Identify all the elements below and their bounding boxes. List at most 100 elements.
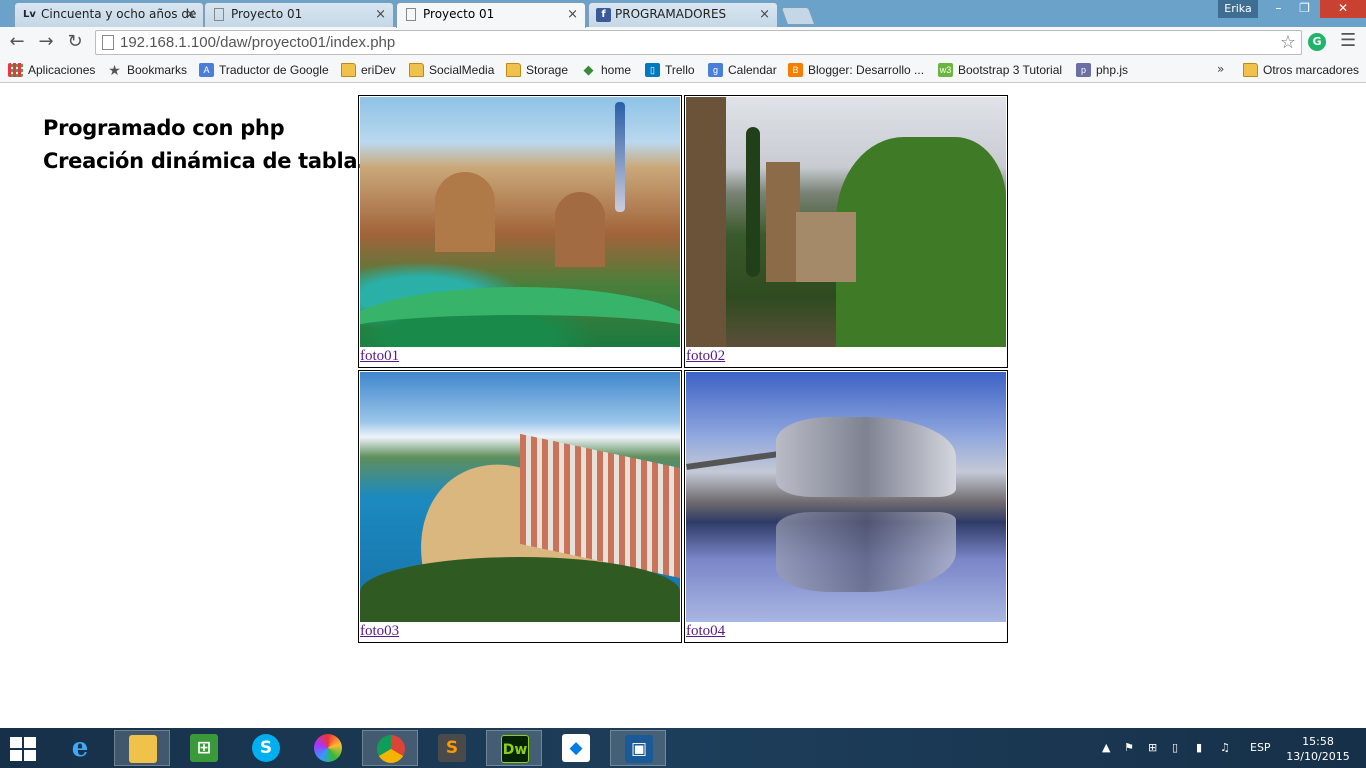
tray-flag-icon[interactable]: ⚑ bbox=[1124, 741, 1134, 754]
close-tab-icon[interactable]: × bbox=[375, 3, 386, 26]
menu-icon[interactable]: ☰ bbox=[1340, 30, 1356, 51]
bookmark-eridev[interactable]: eriDev bbox=[341, 61, 396, 80]
tray-up-icon[interactable]: ▲ bbox=[1102, 741, 1110, 754]
bookmark-star-icon[interactable]: ☆ bbox=[1280, 32, 1296, 53]
bookmark-label: Traductor de Google bbox=[219, 63, 329, 77]
bookmark-label: Storage bbox=[526, 63, 569, 77]
close-tab-icon[interactable]: × bbox=[567, 3, 578, 26]
lv-icon: Lv bbox=[23, 9, 36, 20]
bookmark-phpjs[interactable]: p php.js bbox=[1076, 61, 1128, 80]
museum-reflection-photo[interactable] bbox=[686, 372, 1006, 622]
bookmark-label: Blogger: Desarrollo ... bbox=[808, 63, 925, 77]
photo-link-2[interactable]: foto02 bbox=[686, 347, 1006, 366]
bookmark-traductor[interactable]: A Traductor de Google bbox=[199, 61, 329, 80]
windows-start-icon[interactable] bbox=[10, 737, 36, 761]
tab-label: Proyecto 01 bbox=[423, 7, 495, 21]
folder-icon bbox=[1243, 63, 1258, 77]
bookmark-label: php.js bbox=[1096, 63, 1129, 77]
bookmark-otros[interactable]: Otros marcadores bbox=[1243, 61, 1359, 80]
extension-icon[interactable]: G bbox=[1308, 33, 1326, 51]
castle-photo[interactable] bbox=[686, 97, 1006, 347]
tab-cincuenta[interactable]: Lv Cincuenta y ocho años de × bbox=[14, 2, 204, 27]
park-mosaic-photo[interactable] bbox=[360, 97, 680, 347]
beach-town-photo[interactable] bbox=[360, 372, 680, 622]
photo-link-3[interactable]: foto03 bbox=[360, 622, 680, 641]
taskbar-skype[interactable]: S bbox=[238, 730, 294, 766]
bookmark-label: home bbox=[601, 63, 632, 77]
tab-proyecto-active[interactable]: Proyecto 01 × bbox=[396, 2, 586, 28]
more-bookmarks-icon[interactable]: » bbox=[1217, 62, 1224, 76]
taskbar-picasa[interactable] bbox=[300, 730, 356, 766]
bookmark-trello[interactable]: ▯ Trello bbox=[645, 61, 695, 80]
heading-line-2: Creación dinámica de tabla. bbox=[43, 149, 365, 173]
page-info-icon[interactable] bbox=[102, 35, 114, 50]
minimize-icon[interactable]: – bbox=[1264, 0, 1293, 18]
url-input[interactable] bbox=[120, 32, 1270, 53]
taskbar-sublime[interactable]: S bbox=[424, 730, 480, 766]
tray-battery-icon[interactable]: ▯ bbox=[1172, 741, 1178, 754]
taskbar-ie[interactable]: e bbox=[52, 730, 108, 766]
store-icon: ⊞ bbox=[190, 734, 218, 762]
photo-link-1[interactable]: foto01 bbox=[360, 347, 680, 366]
page-icon bbox=[406, 8, 416, 21]
tray-volume-icon[interactable]: ♫ bbox=[1220, 741, 1230, 754]
bookmark-aplicaciones[interactable]: Aplicaciones bbox=[8, 61, 95, 80]
close-tab-icon[interactable]: × bbox=[759, 3, 770, 26]
clock-time: 15:58 bbox=[1302, 735, 1334, 748]
bookmark-bookmarks[interactable]: ★ Bookmarks bbox=[107, 61, 187, 80]
bookmark-storage[interactable]: Storage bbox=[506, 61, 568, 80]
bookmark-label: Calendar bbox=[728, 63, 777, 77]
new-tab-button[interactable] bbox=[780, 7, 816, 25]
photo-cell: foto04 bbox=[684, 370, 1008, 643]
taskbar-clock[interactable]: 15:58 13/10/2015 bbox=[1286, 734, 1350, 764]
restore-icon[interactable]: ❐ bbox=[1290, 0, 1319, 18]
file-explorer-icon bbox=[129, 735, 157, 763]
bookmark-socialmedia[interactable]: SocialMedia bbox=[409, 61, 494, 80]
bookmark-label: Aplicaciones bbox=[28, 63, 96, 77]
taskbar-dreamweaver[interactable]: Dw bbox=[486, 730, 542, 766]
tray-windows-icon[interactable]: ⊞ bbox=[1148, 741, 1157, 754]
bookmark-label: eriDev bbox=[361, 63, 396, 77]
forward-icon[interactable]: → bbox=[35, 31, 57, 53]
clock-date: 13/10/2015 bbox=[1286, 750, 1350, 763]
sublime-icon: S bbox=[438, 734, 466, 762]
taskbar-dropbox[interactable]: ◆ bbox=[548, 730, 604, 766]
dreamweaver-icon: Dw bbox=[501, 735, 529, 763]
tab-programadores[interactable]: f PROGRAMADORES × bbox=[588, 2, 778, 27]
chrome-icon bbox=[377, 735, 405, 763]
tray-language[interactable]: ESP bbox=[1250, 741, 1271, 754]
trello-icon: ▯ bbox=[645, 63, 660, 77]
taskbar-explorer[interactable] bbox=[114, 730, 170, 766]
bookmark-label: Otros marcadores bbox=[1263, 63, 1360, 77]
apps-icon bbox=[8, 63, 23, 77]
folder-icon bbox=[506, 63, 521, 77]
tab-proyecto-1[interactable]: Proyecto 01 × bbox=[204, 2, 394, 27]
taskbar-store[interactable]: ⊞ bbox=[176, 730, 232, 766]
virtualbox-icon: ▣ bbox=[625, 735, 653, 763]
bookmark-home[interactable]: ◆ home bbox=[581, 61, 632, 80]
tray-network-icon[interactable]: ▮ bbox=[1196, 741, 1202, 754]
photo-cell: foto01 bbox=[358, 95, 682, 368]
browser-toolbar: ← → ↻ ☆ bbox=[0, 27, 1366, 58]
page-heading: Programado con php Creación dinámica de … bbox=[43, 112, 365, 178]
taskbar-chrome[interactable] bbox=[362, 730, 418, 766]
bookmark-calendar[interactable]: g Calendar bbox=[708, 61, 777, 80]
photo-link-4[interactable]: foto04 bbox=[686, 622, 1006, 641]
taskbar-virtualbox[interactable]: ▣ bbox=[610, 730, 666, 766]
bookmark-label: Bookmarks bbox=[127, 63, 188, 77]
bookmark-blogger[interactable]: B Blogger: Desarrollo ... bbox=[788, 61, 924, 80]
back-icon[interactable]: ← bbox=[6, 31, 28, 53]
close-tab-icon[interactable]: × bbox=[185, 3, 196, 26]
dropbox-icon: ◆ bbox=[562, 734, 590, 762]
browser-title-bar: Lv Cincuenta y ocho años de × Proyecto 0… bbox=[0, 0, 1366, 28]
bookmark-bootstrap[interactable]: w3 Bootstrap 3 Tutorial bbox=[938, 61, 1062, 80]
profile-name[interactable]: Erika bbox=[1218, 0, 1258, 18]
reload-icon[interactable]: ↻ bbox=[64, 31, 86, 53]
address-bar[interactable]: ☆ bbox=[95, 30, 1302, 55]
php-icon: p bbox=[1076, 63, 1091, 77]
google-icon: g bbox=[708, 63, 723, 77]
window-close-icon[interactable]: ✕ bbox=[1320, 0, 1366, 18]
skype-icon: S bbox=[252, 734, 280, 762]
page-icon bbox=[214, 8, 224, 21]
bookmark-label: Trello bbox=[665, 63, 695, 77]
